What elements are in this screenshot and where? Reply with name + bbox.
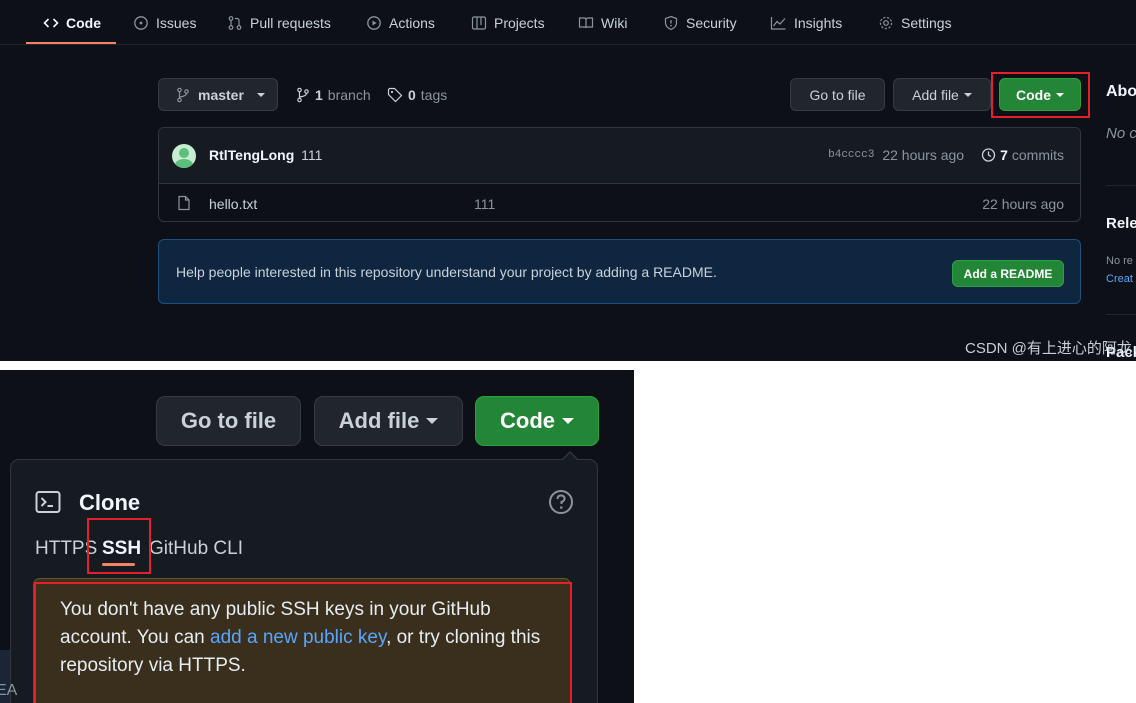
tab-insights[interactable]: Insights (770, 0, 842, 45)
tab-label: Actions (389, 14, 435, 31)
terminal-icon (35, 490, 61, 514)
branch-select[interactable]: master (158, 78, 278, 111)
code-button-label: Code (500, 408, 555, 433)
add-file-label: Add file (912, 86, 959, 103)
highlight-box (34, 582, 572, 703)
gear-icon (878, 15, 894, 31)
background-text-fragment: EA (0, 682, 18, 699)
tab-label: Issues (156, 14, 197, 31)
tab-issues[interactable]: Issues (133, 0, 196, 45)
active-tab-underline (26, 42, 116, 44)
commit-time: 22 hours ago (882, 147, 965, 163)
branch-count: 1 (315, 87, 323, 103)
tab-code[interactable]: Code (43, 0, 101, 45)
tab-label: Wiki (601, 14, 628, 31)
clone-title: Clone (79, 490, 141, 515)
file-list: RtlTengLong 111 b4cccc3 22 hours ago 7 c… (158, 127, 1081, 222)
tab-label: Security (686, 14, 737, 31)
file-commit-message[interactable]: 111 (474, 196, 495, 212)
go-to-file-label: Go to file (180, 408, 277, 433)
tags-link[interactable]: 0 tags (387, 84, 447, 106)
commit-hash[interactable]: b4cccc3 (828, 149, 874, 161)
go-to-file-label: Go to file (809, 86, 866, 103)
commit-message[interactable]: 111 (301, 147, 322, 163)
book-icon (578, 15, 594, 31)
commits-link[interactable]: 7 commits (980, 147, 1064, 163)
divider (1106, 314, 1136, 315)
readme-prompt: Help people interested in this repositor… (176, 264, 717, 280)
tab-label: Settings (901, 14, 952, 31)
history-icon (980, 147, 996, 163)
branches-link[interactable]: 1 branch (296, 84, 371, 106)
pull-request-icon (227, 15, 243, 31)
issue-icon (133, 15, 149, 31)
shield-icon (663, 15, 679, 31)
branch-name: master (198, 86, 244, 103)
clone-dropdown-screenshot: Go to file Add file Code Clone HTTPS SSH… (0, 370, 634, 703)
avatar[interactable] (172, 144, 196, 168)
no-releases-text: No re (1106, 255, 1133, 267)
commits-count: 7 (1000, 147, 1008, 163)
tab-label: Code (66, 14, 101, 31)
releases-heading[interactable]: Rele (1106, 215, 1136, 232)
tab-label: Projects (494, 14, 545, 31)
commit-author[interactable]: RtlTengLong (209, 147, 294, 163)
go-to-file-button[interactable]: Go to file (156, 396, 301, 446)
chevron-down-icon (562, 418, 574, 424)
about-heading: Abo (1106, 83, 1136, 100)
tab-actions[interactable]: Actions (366, 0, 435, 45)
graph-icon (770, 15, 787, 31)
add-file-button[interactable]: Add file (893, 78, 991, 111)
create-release-link[interactable]: Creat (1106, 273, 1133, 285)
file-time: 22 hours ago (982, 196, 1064, 212)
latest-commit-bar: RtlTengLong 111 b4cccc3 22 hours ago 7 c… (159, 128, 1080, 184)
highlight-box (991, 72, 1090, 118)
add-file-label: Add file (338, 408, 420, 433)
commit-meta: b4cccc3 22 hours ago 7 commits (828, 147, 1064, 163)
divider (1106, 185, 1136, 186)
code-button[interactable]: Code (475, 396, 599, 446)
help-icon[interactable] (548, 489, 574, 515)
add-file-button[interactable]: Add file (314, 396, 463, 446)
add-readme-label: Add a README (963, 266, 1053, 281)
chevron-down-icon (963, 92, 972, 97)
file-row[interactable]: hello.txt 111 22 hours ago (159, 184, 1080, 221)
tag-label: tags (420, 87, 448, 103)
tab-pull-requests[interactable]: Pull requests (227, 0, 331, 45)
tag-count: 0 (408, 87, 416, 103)
file-name[interactable]: hello.txt (209, 196, 257, 212)
chevron-down-icon (426, 418, 439, 424)
tab-settings[interactable]: Settings (878, 0, 952, 45)
tab-github-cli[interactable]: GitHub CLI (149, 538, 243, 560)
go-to-file-button[interactable]: Go to file (790, 78, 885, 111)
highlight-box (87, 518, 151, 574)
file-icon (177, 195, 191, 211)
add-readme-button[interactable]: Add a README (952, 260, 1064, 287)
tab-security[interactable]: Security (663, 0, 737, 45)
code-icon (43, 15, 59, 31)
branch-icon (176, 87, 190, 103)
chevron-down-icon (256, 92, 265, 97)
watermark: CSDN @有上进心的阿龙 (965, 340, 1132, 357)
readme-banner: Help people interested in this repositor… (158, 239, 1081, 304)
tag-icon (387, 87, 403, 103)
tab-wiki[interactable]: Wiki (578, 0, 627, 45)
about-description: No c (1106, 125, 1136, 142)
tab-label: Insights (794, 14, 843, 31)
commits-label: commits (1011, 147, 1064, 163)
branch-label: branch (327, 87, 371, 103)
repo-nav: Code Issues Pull requests Actions Projec… (0, 0, 1136, 45)
tab-projects[interactable]: Projects (471, 0, 545, 45)
branch-icon (296, 87, 310, 103)
dropdown-pointer-fill (562, 453, 578, 461)
tab-label: Pull requests (250, 14, 331, 31)
repo-page-screenshot: Code Issues Pull requests Actions Projec… (0, 0, 1136, 361)
table-icon (471, 15, 487, 31)
commit-info: RtlTengLong 111 (209, 147, 322, 163)
play-icon (366, 15, 382, 31)
